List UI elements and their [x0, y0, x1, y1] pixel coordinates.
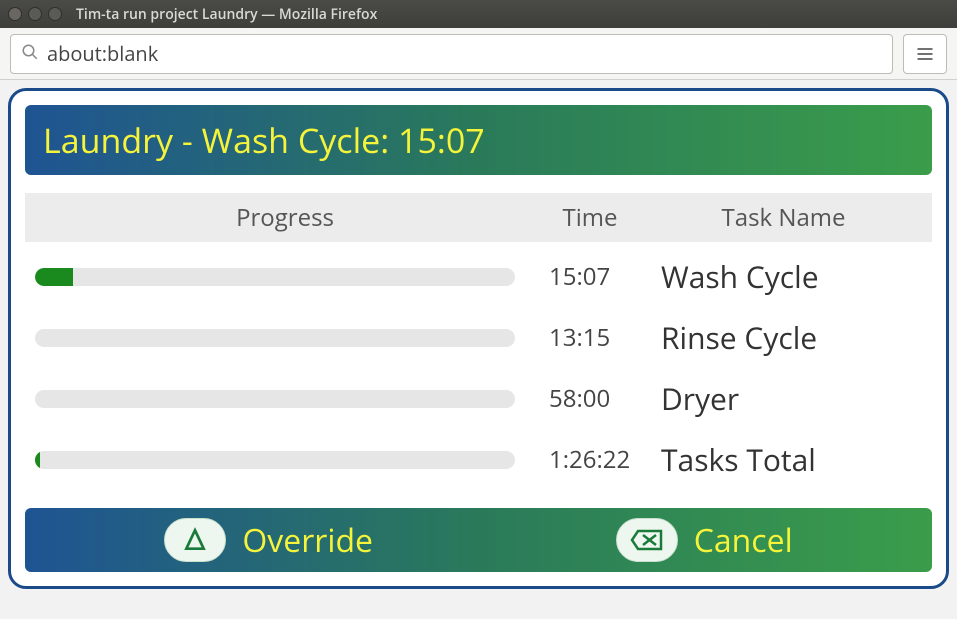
table-header: Progress Time Task Name: [25, 193, 932, 242]
table-row: 13:15 Rinse Cycle: [25, 303, 932, 364]
cancel-icon: [616, 518, 678, 562]
header-task-name: Task Name: [645, 201, 922, 234]
task-name: Rinse Cycle: [645, 317, 922, 358]
window-maximize-icon[interactable]: [48, 7, 62, 21]
table-row: 1:26:22 Tasks Total: [25, 425, 932, 486]
browser-toolbar: about:blank: [0, 28, 957, 80]
task-name: Wash Cycle: [645, 256, 922, 297]
table-row: 15:07 Wash Cycle: [25, 242, 932, 303]
task-time: 15:07: [535, 260, 645, 293]
override-label: Override: [242, 519, 373, 562]
progress-bar: [35, 451, 515, 469]
progress-fill: [35, 451, 40, 469]
window-title: Tim-ta run project Laundry — Mozilla Fir…: [76, 5, 377, 24]
window-close-icon[interactable]: [8, 7, 22, 21]
task-name: Dryer: [645, 378, 922, 419]
url-bar[interactable]: about:blank: [10, 34, 893, 74]
cancel-button[interactable]: Cancel: [616, 518, 793, 562]
project-card: Laundry - Wash Cycle: 15:07 Progress Tim…: [8, 88, 949, 589]
progress-bar: [35, 329, 515, 347]
header-progress: Progress: [35, 201, 535, 234]
card-title: Laundry - Wash Cycle: 15:07: [43, 117, 914, 163]
hamburger-menu-button[interactable]: [903, 34, 947, 74]
window-titlebar: Tim-ta run project Laundry — Mozilla Fir…: [0, 0, 957, 28]
header-time: Time: [535, 201, 645, 234]
table-row: 58:00 Dryer: [25, 364, 932, 425]
cancel-label: Cancel: [694, 519, 793, 562]
progress-bar: [35, 390, 515, 408]
card-header: Laundry - Wash Cycle: 15:07: [25, 105, 932, 175]
task-time: 13:15: [535, 321, 645, 354]
override-button[interactable]: Override: [164, 518, 373, 562]
override-icon: [164, 518, 226, 562]
url-text: about:blank: [47, 40, 158, 67]
task-time: 1:26:22: [535, 443, 645, 476]
tasks-table: Progress Time Task Name 15:07 Wash Cycle…: [25, 193, 932, 486]
card-footer: Override Cancel: [25, 508, 932, 572]
task-name: Tasks Total: [645, 439, 922, 480]
window-minimize-icon[interactable]: [28, 7, 42, 21]
search-icon: [21, 40, 39, 67]
task-time: 58:00: [535, 382, 645, 415]
progress-bar: [35, 268, 515, 286]
progress-fill: [35, 268, 73, 286]
